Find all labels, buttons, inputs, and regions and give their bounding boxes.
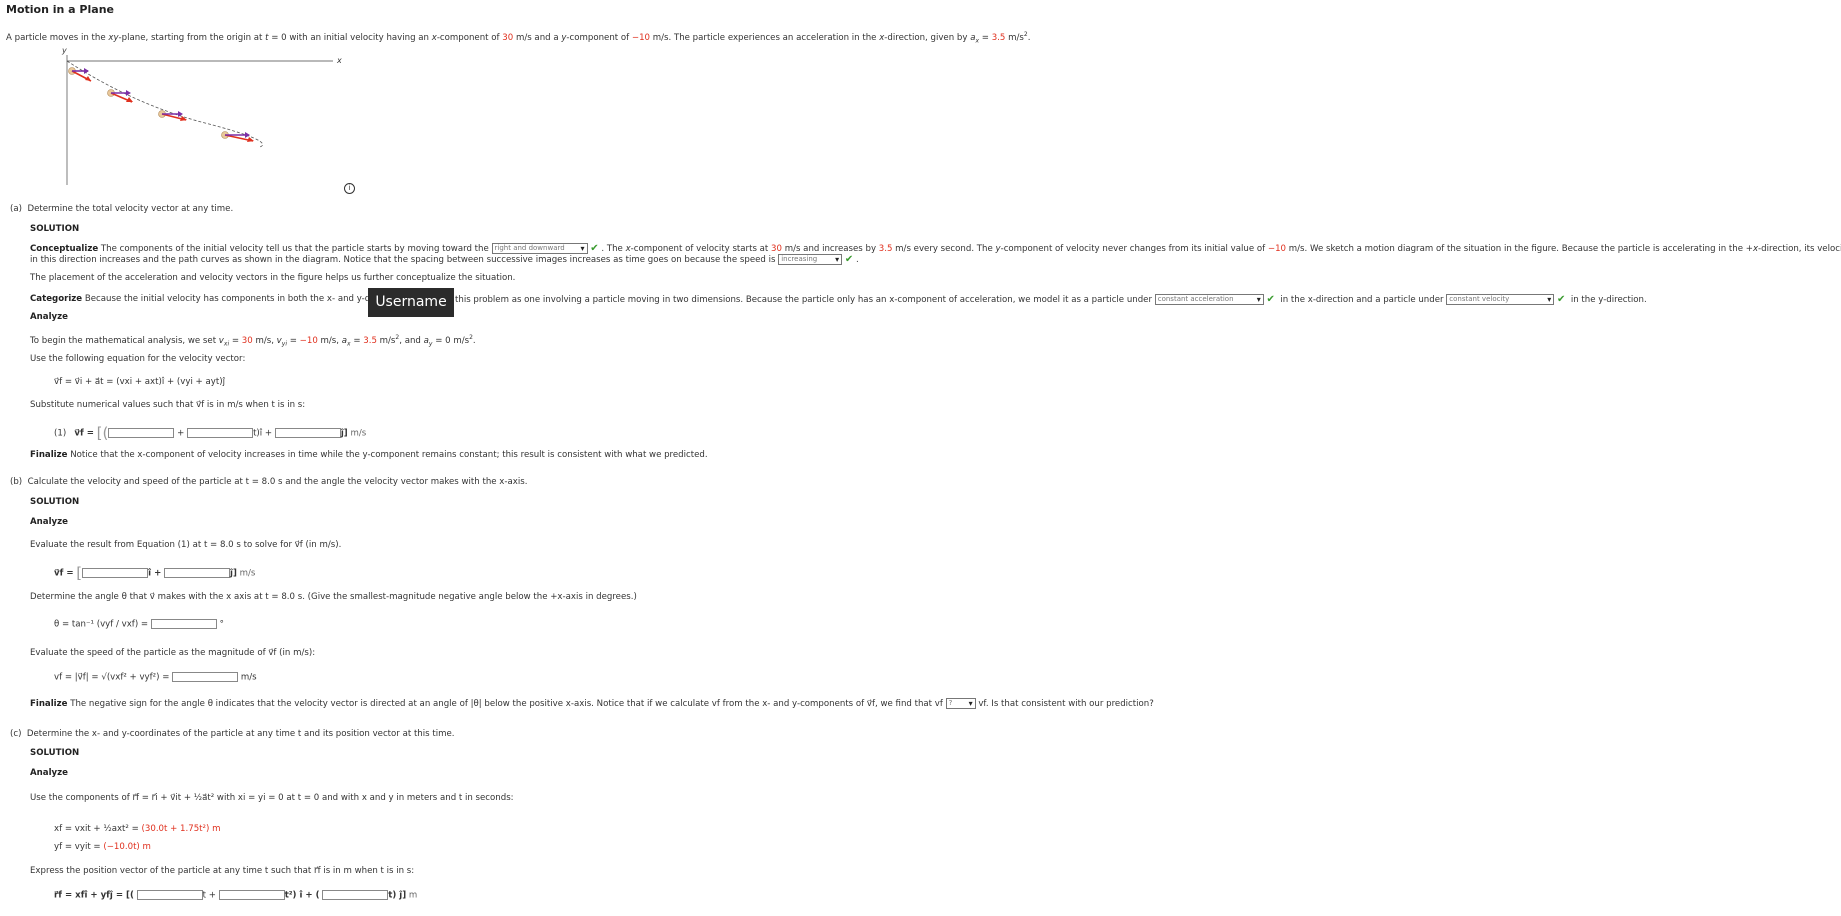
username-tooltip: Username xyxy=(368,288,454,317)
part-c-label: (c) xyxy=(10,729,22,739)
info-icon[interactable]: i xyxy=(344,183,355,194)
compare-dropdown-value: ? xyxy=(948,699,953,707)
vxi-input[interactable] xyxy=(108,428,175,438)
conceptualize-paragraph: Conceptualize The components of the init… xyxy=(30,243,1841,254)
conceptualize-text-3: in this direction increases and the path… xyxy=(30,255,776,265)
equation-1-lhs: v⃗f = xyxy=(74,428,94,439)
particle-1 xyxy=(68,67,92,82)
ax-input[interactable] xyxy=(187,428,254,438)
part-b-analyze-label: Analyze xyxy=(30,517,68,527)
categorize-text-1: Because the initial velocity has compone… xyxy=(84,294,386,304)
part-a-question: Determine the total velocity vector at a… xyxy=(27,204,234,214)
model-x-dropdown[interactable]: constant acceleration ▾ xyxy=(1154,294,1264,305)
part-b-question: Calculate the velocity and speed of the … xyxy=(27,477,528,487)
vyi-input[interactable] xyxy=(274,428,341,438)
model-x-dropdown-value: constant acceleration xyxy=(1157,295,1234,303)
rf-x-linear-input[interactable] xyxy=(136,890,203,900)
speed-dropdown-value: increasing xyxy=(781,255,818,263)
trajectory-path xyxy=(66,60,263,148)
part-a-finalize-text: Notice that the x-component of velocity … xyxy=(70,450,708,460)
categorize-paragraph: Categorize Because the initial velocity … xyxy=(30,294,386,304)
check-icon: ✔ xyxy=(590,243,599,254)
rf-x-quadratic-input[interactable] xyxy=(218,890,285,900)
part-a-solution-heading: SOLUTION xyxy=(30,224,80,234)
rf-y-input[interactable] xyxy=(322,890,389,900)
part-b-finalize-label: Finalize xyxy=(30,699,68,709)
speed-text: Evaluate the speed of the particle as th… xyxy=(30,648,316,658)
problem-intro: A particle moves in the xy-plane, starti… xyxy=(6,31,1031,45)
conceptualize-text-1: The components of the initial velocity t… xyxy=(100,244,489,254)
part-c-analyze-label: Analyze xyxy=(30,768,68,778)
model-y-dropdown[interactable]: constant velocity ▾ xyxy=(1446,294,1555,305)
yf-equation: yf = vyit = (−10.0t) m xyxy=(54,842,151,852)
direction-dropdown-value: right and downward xyxy=(494,244,565,252)
use-equation-text: Use the following equation for the veloc… xyxy=(30,354,246,364)
motion-diagram: x y xyxy=(61,46,342,185)
categorize-text-2: this problem as one involving a particle… xyxy=(455,295,1152,305)
part-b-finalize-text-2: vf. Is that consistent with our predicti… xyxy=(978,699,1154,709)
math-begin-text: To begin the mathematical analysis, we s… xyxy=(30,334,476,348)
theta-equation: θ = tan⁻¹ (vyf / vxf) = ° xyxy=(54,619,224,630)
chevron-down-icon: ▾ xyxy=(1256,295,1261,304)
evaluate-text: Evaluate the result from Equation (1) at… xyxy=(30,540,342,550)
speed-dropdown[interactable]: increasing ▾ xyxy=(778,254,843,265)
check-icon: ✔ xyxy=(1557,294,1566,305)
conceptualize-label: Conceptualize xyxy=(30,244,99,254)
y-axis-label: y xyxy=(61,46,67,55)
direction-dropdown[interactable]: right and downward ▾ xyxy=(491,243,588,254)
theta-input[interactable] xyxy=(150,619,217,629)
chevron-down-icon: ▾ xyxy=(968,699,973,708)
chevron-down-icon: ▾ xyxy=(1547,295,1552,304)
part-c-question: Determine the x- and y-coordinates of th… xyxy=(26,729,455,739)
part-b-label: (b) xyxy=(10,477,23,487)
conceptualize-text-2: . The x-component of velocity starts at … xyxy=(601,244,1841,254)
check-icon: ✔ xyxy=(1266,294,1275,305)
x-axis-label: x xyxy=(336,56,342,65)
placement-text: The placement of the acceleration and ve… xyxy=(30,273,516,283)
check-icon: ✔ xyxy=(844,254,854,265)
xf-equation: xf = vxit + ½axt² = (30.0t + 1.75t²) m xyxy=(54,824,221,834)
categorize-text-3: in the x-direction and a particle under xyxy=(1280,295,1444,305)
express-text: Express the position vector of the parti… xyxy=(30,866,415,876)
vxf-input[interactable] xyxy=(82,568,149,578)
compare-dropdown[interactable]: ? ▾ xyxy=(945,698,976,709)
chevron-down-icon: ▾ xyxy=(580,244,585,253)
part-c-solution-heading: SOLUTION xyxy=(30,748,80,758)
part-a-label: (a) xyxy=(10,204,22,214)
substitute-text: Substitute numerical values such that v⃗… xyxy=(30,400,306,410)
part-b-solution-heading: SOLUTION xyxy=(30,497,80,507)
vf-equation: v⃗f = [î + ĵ] m/s xyxy=(54,564,256,582)
page-title: Motion in a Plane xyxy=(6,3,114,16)
use-components-text: Use the components of r⃗f = r⃗i + v⃗it +… xyxy=(30,793,514,803)
categorize-text-4: in the y-direction. xyxy=(1570,295,1647,305)
model-y-dropdown-value: constant velocity xyxy=(1449,295,1510,303)
angle-text: Determine the angle θ that v⃗ makes with… xyxy=(30,592,637,602)
equation-1-number: (1) xyxy=(54,428,67,439)
velocity-equation: v⃗f = v⃗i + a⃗t = (vxi + axt)î + (vyi + … xyxy=(54,377,225,387)
speed-input[interactable] xyxy=(172,672,239,682)
chevron-down-icon: ▾ xyxy=(835,255,840,264)
rf-equation: r⃗f = xfî + yfĵ = [( t + t²) î + ( t) ĵ]… xyxy=(54,890,418,901)
particle-3 xyxy=(158,110,187,121)
categorize-label: Categorize xyxy=(30,294,83,304)
part-a-analyze-label: Analyze xyxy=(30,312,68,322)
part-a-finalize-label: Finalize xyxy=(30,450,68,460)
speed-equation: vf = |v⃗f| = √(vxf² + vyf²) = m/s xyxy=(54,672,257,683)
part-b-finalize-text-1: The negative sign for the angle θ indica… xyxy=(70,699,943,709)
equation-1: (1) v⃗f = [( + t)î + ĵ] m/s xyxy=(54,424,367,442)
vyf-input[interactable] xyxy=(164,568,231,578)
particle-4 xyxy=(221,131,254,142)
